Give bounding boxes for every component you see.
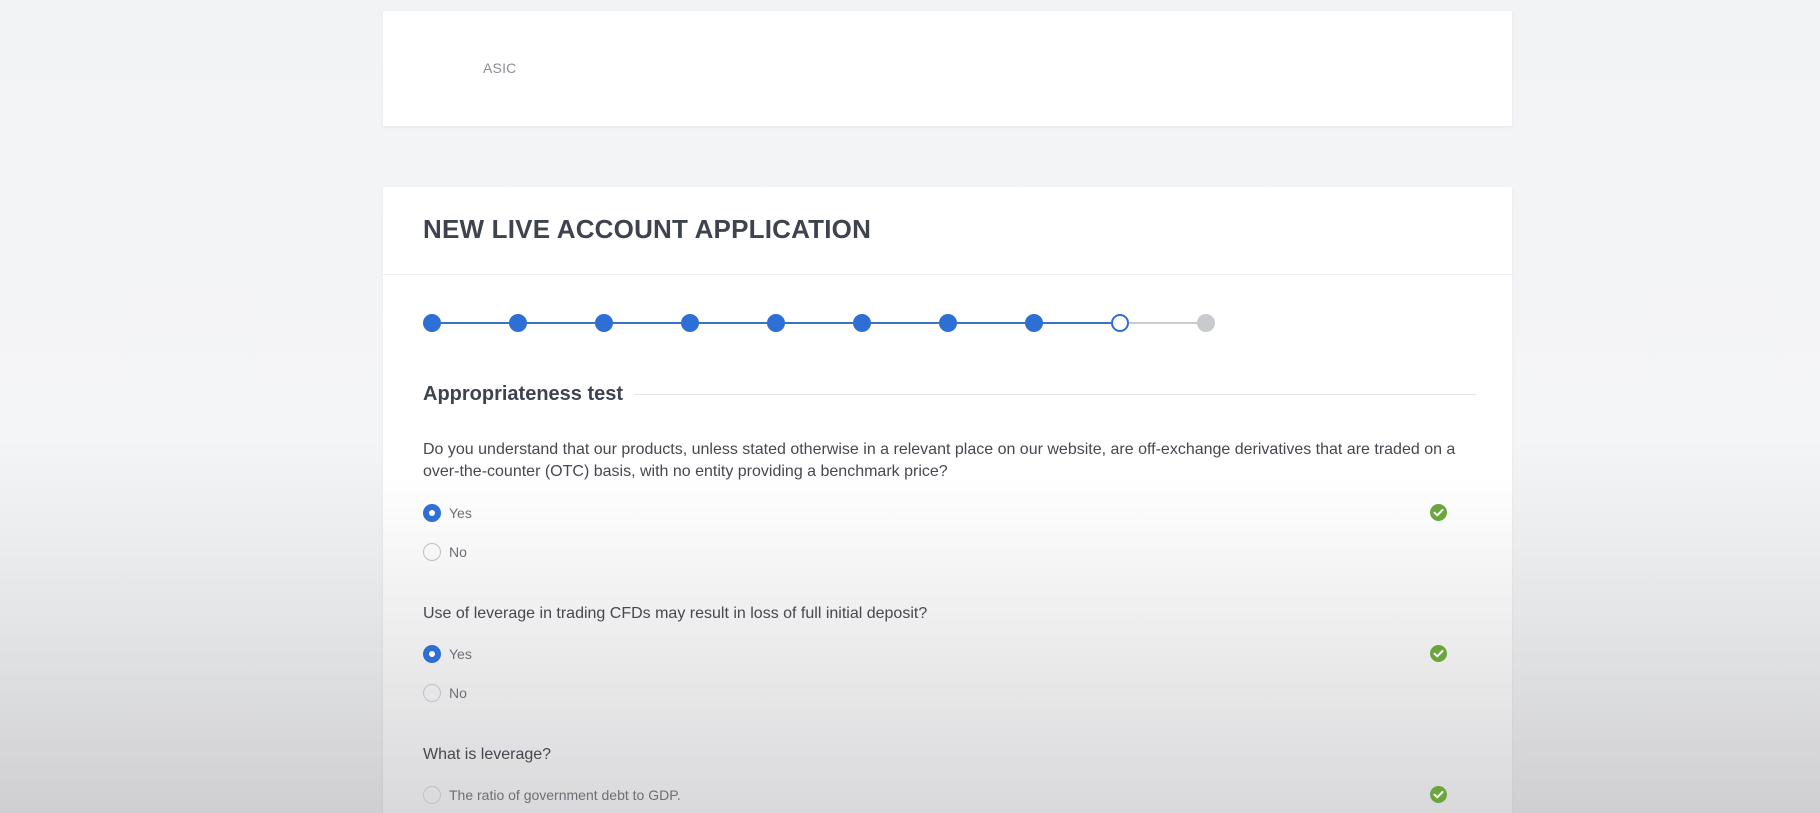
option-label: No: [449, 544, 467, 560]
option-label: The ratio of government debt to GDP.: [449, 787, 681, 803]
question-text: Use of leverage in trading CFDs may resu…: [423, 605, 928, 622]
step-3-dot[interactable]: [595, 314, 613, 332]
step-2-dot[interactable]: [509, 314, 527, 332]
section-header: Appropriateness test: [423, 383, 1476, 406]
check-circle-icon: [1430, 786, 1447, 803]
question-what-is-leverage: What is leverage? The ratio of governmen…: [423, 744, 1463, 813]
check-circle-icon: [1430, 504, 1447, 521]
step-7-dot[interactable]: [939, 314, 957, 332]
option-no[interactable]: No: [423, 542, 467, 562]
application-card: NEW LIVE ACCOUNT APPLICATION Appropriate…: [383, 187, 1512, 813]
radio-selected[interactable]: [423, 645, 441, 663]
option-label: Yes: [449, 505, 472, 521]
question-otc: Do you understand that our products, unl…: [423, 439, 1463, 569]
option-no[interactable]: No: [423, 683, 467, 703]
radio-selected[interactable]: [423, 504, 441, 522]
regulator-label: ASIC: [483, 60, 517, 76]
question-text: What is leverage?: [423, 746, 552, 763]
step-10-dot: [1197, 314, 1215, 332]
step-5-dot[interactable]: [767, 314, 785, 332]
progress-stepper: [423, 313, 1223, 333]
radio-unselected[interactable]: [423, 543, 441, 561]
option-label: Yes: [449, 646, 472, 662]
section-divider: [634, 394, 1476, 395]
option-yes[interactable]: Yes: [423, 503, 472, 523]
step-1-dot[interactable]: [423, 314, 441, 332]
step-4-dot[interactable]: [681, 314, 699, 332]
question-leverage-loss: Use of leverage in trading CFDs may resu…: [423, 603, 1463, 713]
question-text: Do you understand that our products, unl…: [423, 441, 1456, 480]
option-label: No: [449, 685, 467, 701]
step-9-dot-current[interactable]: [1111, 314, 1129, 332]
step-8-dot[interactable]: [1025, 314, 1043, 332]
option-government-debt[interactable]: The ratio of government debt to GDP.: [423, 785, 681, 805]
page-background: ASIC NEW LIVE ACCOUNT APPLICATION Approp…: [0, 0, 1820, 813]
regulator-card: ASIC: [383, 11, 1512, 126]
radio-unselected[interactable]: [423, 786, 441, 804]
stepper-line-remaining: [1120, 322, 1206, 324]
step-6-dot[interactable]: [853, 314, 871, 332]
page-title: NEW LIVE ACCOUNT APPLICATION: [423, 214, 872, 244]
check-circle-icon: [1430, 645, 1447, 662]
option-yes[interactable]: Yes: [423, 644, 472, 664]
card-header: NEW LIVE ACCOUNT APPLICATION: [383, 187, 1512, 275]
radio-unselected[interactable]: [423, 684, 441, 702]
section-title: Appropriateness test: [423, 383, 624, 405]
